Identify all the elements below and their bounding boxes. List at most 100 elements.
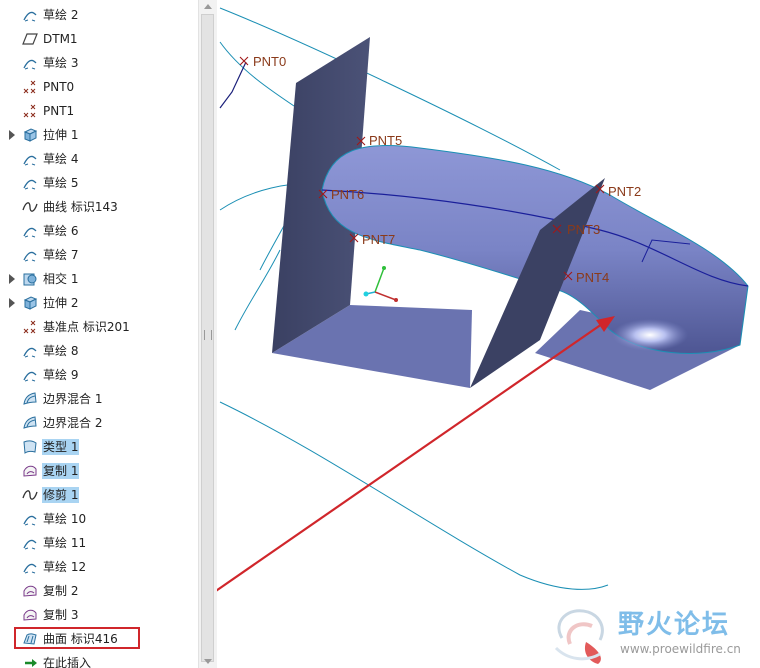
point-label-pnt3[interactable]: PNT3 [567, 222, 600, 237]
model-tree-item[interactable]: 类型 1 [0, 436, 198, 458]
model-tree-item[interactable]: 草绘 9 [0, 364, 198, 386]
model-tree-item[interactable]: 边界混合 2 [0, 412, 198, 434]
model-tree-item-label: 草绘 4 [43, 152, 79, 166]
model-tree-item-label: 草绘 3 [43, 56, 79, 70]
style-surface-icon [22, 439, 38, 455]
model-tree-item-label: 在此插入 [43, 656, 92, 668]
point-label-pnt4[interactable]: PNT4 [576, 270, 609, 285]
model-tree-item[interactable]: 草绘 4 [0, 148, 198, 170]
model-tree-item-label: DTM1 [43, 32, 78, 46]
model-tree-item[interactable]: 草绘 8 [0, 340, 198, 362]
model-tree-item-label: 修剪 1 [42, 487, 80, 503]
model-tree-item-label: 类型 1 [42, 439, 80, 455]
sketch-icon [22, 247, 38, 263]
copy-surface-icon [22, 583, 38, 599]
curve-icon [22, 487, 38, 503]
sketch-icon [22, 55, 38, 71]
datum-point-icon [22, 79, 38, 95]
expand-triangle-icon[interactable] [9, 274, 15, 284]
model-tree-item[interactable]: 草绘 12 [0, 556, 198, 578]
model-tree-item[interactable]: 草绘 10 [0, 508, 198, 530]
model-tree-item-label: 草绘 7 [43, 248, 79, 262]
point-label-pnt5[interactable]: PNT5 [369, 133, 402, 148]
model-tree-item-label: 复制 3 [43, 608, 79, 622]
model-tree-item-label: PNT0 [43, 80, 75, 94]
expand-triangle-icon[interactable] [9, 130, 15, 140]
insert-here-arrow-icon [22, 655, 38, 668]
extrude-icon [22, 295, 38, 311]
model-tree-item[interactable]: 草绘 3 [0, 52, 198, 74]
graphics-viewport[interactable]: PNT0 PNT5 PNT6 PNT7 PNT2 PNT3 PNT4 [217, 0, 760, 668]
watermark-title: 野火论坛 [618, 610, 731, 640]
model-tree-item-label: 草绘 9 [43, 368, 79, 382]
sketch-icon [22, 175, 38, 191]
datum-point-icon [22, 319, 38, 335]
model-tree-item[interactable]: 复制 3 [0, 604, 198, 626]
model-tree-item-label: 草绘 6 [43, 224, 79, 238]
model-tree-item-label: 草绘 8 [43, 344, 79, 358]
sketch-icon [22, 151, 38, 167]
intersect-icon [22, 271, 38, 287]
copy-surface-icon [22, 607, 38, 623]
model-tree-item[interactable]: 边界混合 1 [0, 388, 198, 410]
model-tree-scrollbar[interactable] [198, 0, 217, 668]
model-tree-item[interactable]: PNT1 [0, 100, 198, 122]
model-tree-item[interactable]: PNT0 [0, 76, 198, 98]
datum-point-icon [22, 103, 38, 119]
watermark-logo-icon [554, 609, 604, 664]
model-tree-item-label: 拉伸 1 [43, 128, 79, 142]
model-tree-item[interactable]: 复制 1 [0, 460, 198, 482]
watermark: 野火论坛 www.proewildfire.cn [548, 600, 758, 668]
model-tree-item-label: 拉伸 2 [43, 296, 79, 310]
model-tree-item[interactable]: DTM1 [0, 28, 198, 50]
sketch-icon [22, 223, 38, 239]
model-tree-item-label: 相交 1 [43, 272, 79, 286]
sketch-icon [22, 535, 38, 551]
model-tree-item[interactable]: 相交 1 [0, 268, 198, 290]
model-tree-item-label: 草绘 11 [43, 536, 87, 550]
point-label-pnt6[interactable]: PNT6 [331, 187, 364, 202]
model-tree-item-label: 复制 2 [43, 584, 79, 598]
point-label-pnt2[interactable]: PNT2 [608, 184, 641, 199]
model-tree-item-label: 草绘 12 [43, 560, 87, 574]
model-tree-item[interactable]: 修剪 1 [0, 484, 198, 506]
model-tree-item-label: 曲线 标识143 [43, 200, 118, 214]
datum-curve [219, 61, 247, 109]
curve-icon [22, 199, 38, 215]
model-tree-item[interactable]: 草绘 11 [0, 532, 198, 554]
model-tree-item[interactable]: 草绘 7 [0, 244, 198, 266]
model-tree-item-label: 草绘 5 [43, 176, 79, 190]
model-tree-item-label: 边界混合 2 [43, 416, 103, 430]
sketch-icon [22, 7, 38, 23]
scroll-down-arrow-icon[interactable] [204, 659, 212, 664]
watermark-url: www.proewildfire.cn [620, 642, 741, 656]
scrollbar-grip-icon [204, 330, 212, 340]
model-3d-scene[interactable]: PNT0 PNT5 PNT6 PNT7 PNT2 PNT3 PNT4 [217, 0, 760, 668]
model-tree-item[interactable]: 曲线 标识143 [0, 196, 198, 218]
copy-surface-icon [22, 463, 38, 479]
model-tree-item[interactable]: 草绘 6 [0, 220, 198, 242]
model-tree-item-label: 边界混合 1 [43, 392, 103, 406]
sketch-icon [22, 511, 38, 527]
model-tree-item-label: 草绘 2 [43, 8, 79, 22]
model-tree: 草绘 2 DTM1 草绘 3 PNT0 PNT1 拉伸 1 草绘 4 草绘 5 曲线 标识143… [0, 0, 198, 668]
model-tree-item-label: 草绘 10 [43, 512, 87, 526]
model-tree-item[interactable]: 基准点 标识201 [0, 316, 198, 338]
annotation-highlight-box [14, 627, 140, 649]
point-label-pnt0[interactable]: PNT0 [253, 54, 286, 69]
model-tree-item[interactable]: 拉伸 1 [0, 124, 198, 146]
coordinate-system-icon [363, 266, 398, 302]
model-tree-item-label: 复制 1 [42, 463, 80, 479]
model-tree-item[interactable]: 拉伸 2 [0, 292, 198, 314]
model-tree-item[interactable]: 草绘 2 [0, 4, 198, 26]
datum-plane-icon [22, 31, 38, 47]
scroll-up-arrow-icon[interactable] [204, 4, 212, 9]
extrude-icon [22, 127, 38, 143]
sketch-icon [22, 367, 38, 383]
expand-triangle-icon[interactable] [9, 298, 15, 308]
model-tree-item[interactable]: 草绘 5 [0, 172, 198, 194]
model-tree-item[interactable]: 复制 2 [0, 580, 198, 602]
point-label-pnt7[interactable]: PNT7 [362, 232, 395, 247]
model-tree-item[interactable]: 在此插入 [0, 652, 198, 668]
surface-highlight [612, 319, 688, 351]
